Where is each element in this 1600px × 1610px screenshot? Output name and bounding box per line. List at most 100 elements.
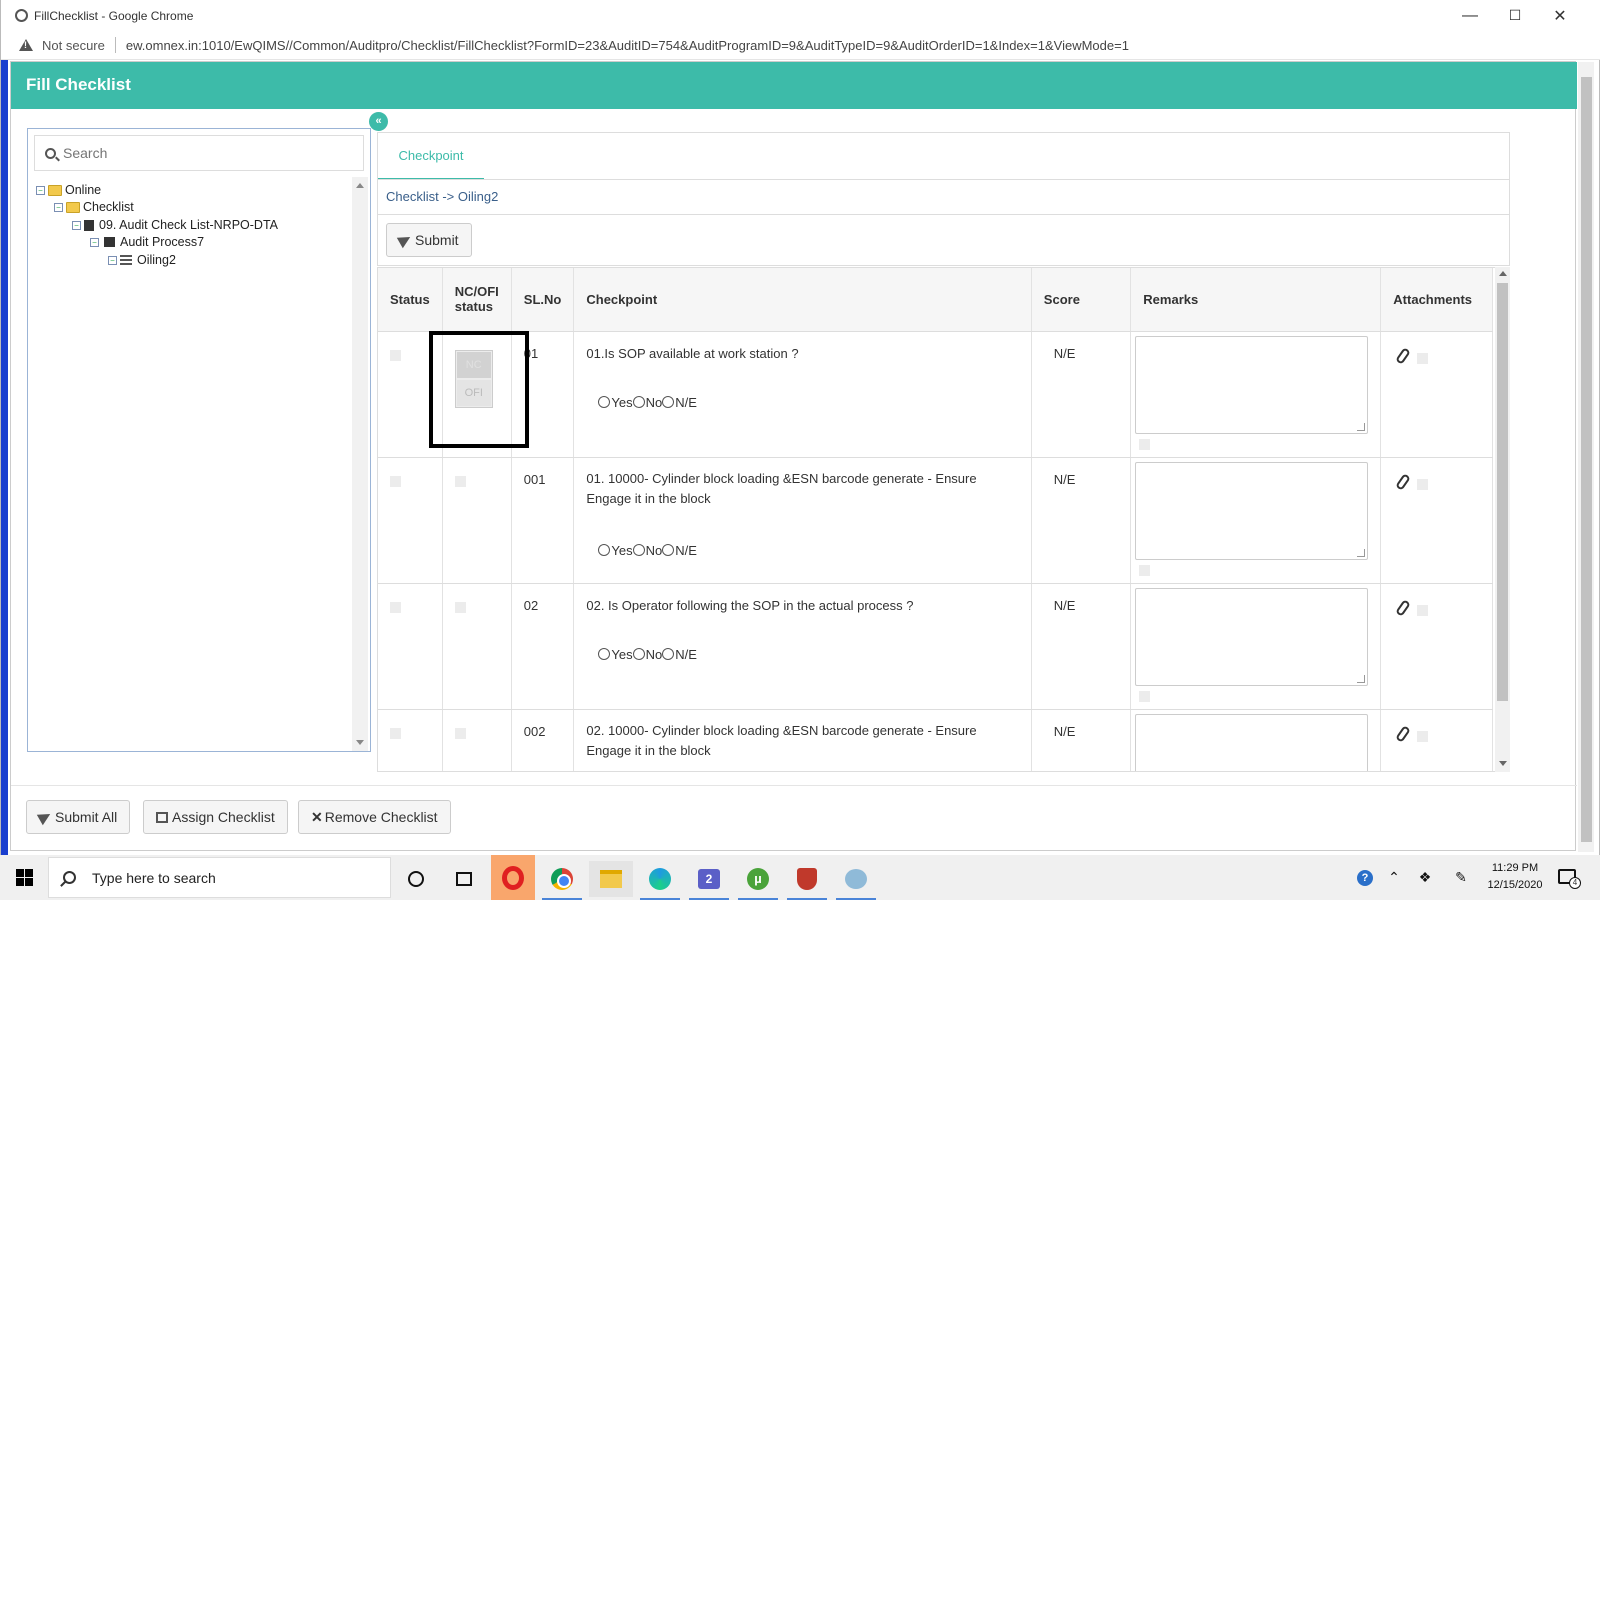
remarks-textarea[interactable] (1135, 587, 1369, 686)
chrome-page-icon (15, 9, 28, 22)
assign-checklist-button[interactable]: Assign Checklist (143, 800, 288, 834)
table-scrollbar[interactable] (1495, 267, 1510, 772)
tree-node-label[interactable]: 09. Audit Check List-NRPO-DTA (99, 218, 278, 232)
paperclip-icon[interactable] (1395, 724, 1412, 743)
radio-yes-label[interactable]: Yes (611, 647, 632, 662)
pen-icon[interactable]: ✎ (1449, 855, 1473, 900)
security-label[interactable]: Not secure (42, 38, 105, 53)
utorrent-icon[interactable]: µ (736, 861, 780, 900)
radio-ne-label[interactable]: N/E (675, 395, 697, 410)
file-explorer-icon[interactable] (589, 861, 633, 897)
dropbox-icon[interactable]: ❖ (1413, 855, 1437, 900)
tree-node-checklist[interactable]: − Checklist (54, 200, 134, 214)
scroll-up-icon[interactable] (356, 183, 364, 188)
tab-checkpoint[interactable]: Checkpoint (378, 133, 484, 180)
teams-badge: 2 (698, 869, 720, 889)
attachment-checkbox[interactable] (1417, 730, 1429, 742)
radio-no[interactable] (632, 648, 645, 660)
attachment-checkbox[interactable] (1417, 352, 1429, 364)
radio-yes-label[interactable]: Yes (611, 543, 632, 558)
edge-icon[interactable] (638, 861, 682, 900)
tree-node-label[interactable]: Audit Process7 (120, 235, 204, 249)
remarks-cell (1130, 457, 1382, 584)
tree-node-audit-check-list[interactable]: − 09. Audit Check List-NRPO-DTA (72, 218, 278, 232)
system-clock[interactable]: 11:29 PM 12/15/2020 (1480, 860, 1550, 894)
help-icon[interactable]: ? (1352, 855, 1378, 900)
task-view-icon[interactable] (442, 861, 486, 897)
tree-node-label[interactable]: Checklist (83, 200, 134, 214)
modal-scrollbar[interactable] (1578, 62, 1594, 852)
checkpoint-table: Status NC/OFI status SL.No Checkpoint Sc… (378, 268, 1493, 771)
taskbar-search-placeholder[interactable]: Type here to search (92, 870, 216, 886)
tree-scrollbar[interactable] (352, 177, 368, 751)
tree-node-label[interactable]: Oiling2 (137, 253, 176, 267)
notification-icon[interactable]: 4 (1558, 869, 1581, 889)
remove-checklist-button[interactable]: ✕ Remove Checklist (298, 800, 451, 834)
tree-node-audit-process[interactable]: − Audit Process7 (90, 235, 204, 249)
paperclip-icon[interactable] (1395, 598, 1412, 617)
address-bar[interactable]: Not secure ew.omnex.in:1010/EwQIMS//Comm… (1, 31, 1600, 60)
collapse-toggle-icon[interactable]: − (72, 220, 81, 230)
scroll-down-icon[interactable] (356, 740, 364, 745)
scrollbar-thumb[interactable] (1581, 77, 1592, 842)
radio-no[interactable] (632, 396, 645, 408)
taskbar-search[interactable]: Type here to search (48, 857, 391, 898)
radio-yes[interactable] (598, 544, 611, 556)
paperclip-icon[interactable] (1395, 472, 1412, 491)
attachment-checkbox[interactable] (1417, 604, 1429, 616)
table-row: 002 02. 10000- Cylinder block loading &E… (378, 709, 1493, 771)
remarks-checkbox[interactable] (1139, 690, 1151, 702)
radio-ne-label[interactable]: N/E (675, 543, 697, 558)
scroll-down-icon[interactable] (1499, 761, 1507, 766)
radio-yes-label[interactable]: Yes (611, 395, 632, 410)
radio-no[interactable] (632, 544, 645, 556)
remarks-textarea[interactable] (1135, 713, 1369, 771)
minimize-button[interactable]: — (1447, 0, 1493, 31)
collapse-toggle-icon[interactable]: − (108, 255, 117, 265)
radio-ne[interactable] (662, 396, 675, 408)
radio-no-label[interactable]: No (646, 647, 663, 662)
radio-ne[interactable] (662, 648, 675, 660)
radio-ne-label[interactable]: N/E (675, 647, 697, 662)
close-button[interactable]: ✕ (1537, 0, 1583, 31)
collapse-panel-button[interactable]: « (369, 112, 388, 131)
collapse-toggle-icon[interactable]: − (54, 202, 63, 212)
paperclip-icon[interactable] (1395, 346, 1412, 365)
chrome-icon[interactable] (540, 861, 584, 900)
remarks-checkbox[interactable] (1139, 438, 1151, 450)
paint-icon[interactable] (834, 861, 878, 900)
chevron-up-icon[interactable]: ⌃ (1383, 855, 1405, 900)
radio-yes[interactable] (598, 396, 611, 408)
remarks-textarea[interactable] (1135, 461, 1369, 560)
collapse-toggle-icon[interactable]: − (36, 185, 45, 195)
tree-search[interactable] (34, 135, 364, 171)
opera-icon[interactable] (491, 855, 535, 900)
warning-icon[interactable] (19, 39, 33, 51)
cortana-icon[interactable] (394, 861, 438, 897)
url-text[interactable]: ew.omnex.in:1010/EwQIMS//Common/Auditpro… (126, 38, 1129, 53)
checkpoint-cell: 01. 10000- Cylinder block loading &ESN b… (573, 457, 1032, 584)
tree-node-oiling2[interactable]: − Oiling2 (108, 253, 176, 267)
radio-no-label[interactable]: No (646, 543, 663, 558)
scroll-up-icon[interactable] (1499, 271, 1507, 276)
radio-ne[interactable] (662, 544, 675, 556)
tree-node-label[interactable]: Online (65, 183, 101, 197)
scrollbar-thumb[interactable] (1497, 283, 1508, 701)
attachment-checkbox[interactable] (1417, 478, 1429, 490)
remarks-textarea[interactable] (1135, 335, 1369, 434)
maximize-button[interactable]: ☐ (1492, 0, 1538, 31)
windows-start-icon[interactable] (16, 869, 33, 886)
radio-no-label[interactable]: No (646, 395, 663, 410)
column-header-score: Score (1031, 268, 1132, 332)
collapse-toggle-icon[interactable]: − (90, 237, 99, 247)
search-input[interactable] (63, 145, 353, 161)
remarks-checkbox[interactable] (1139, 564, 1151, 576)
tree-node-online[interactable]: − Online (36, 183, 101, 197)
status-indicator (390, 349, 401, 361)
submit-button[interactable]: Submit (386, 223, 472, 257)
submit-all-button[interactable]: Submit All (26, 800, 131, 834)
security-app-icon[interactable] (785, 861, 829, 900)
radio-yes[interactable] (598, 648, 611, 660)
teams-icon[interactable]: 2 (687, 861, 731, 900)
breadcrumb: Checklist -> Oiling2 (377, 179, 1510, 215)
